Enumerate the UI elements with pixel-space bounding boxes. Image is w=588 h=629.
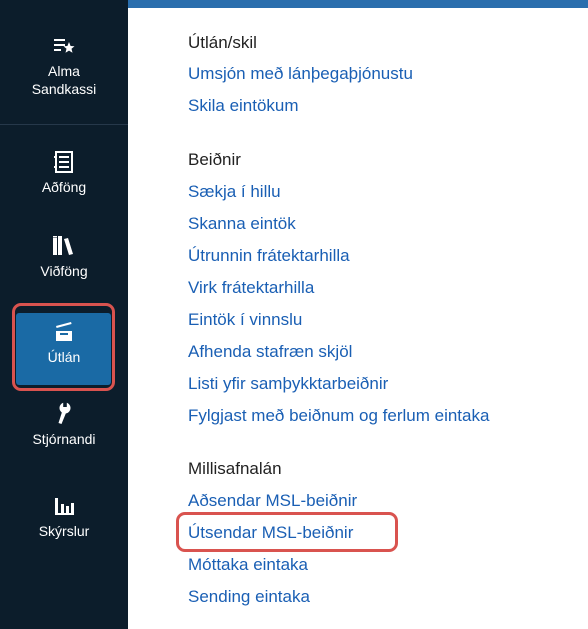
menu-link-afhenda-stafraen-skjol[interactable]: Afhenda stafræn skjöl — [188, 342, 352, 362]
bar-chart-icon — [52, 494, 76, 518]
menu-link-adsendar-msl-beidnir[interactable]: Aðsendar MSL-beiðnir — [188, 491, 357, 511]
wrench-icon — [53, 402, 75, 426]
books-icon — [51, 234, 77, 258]
sidebar-divider — [0, 124, 128, 125]
sidebar-item-stjornandi[interactable]: Stjórnandi — [0, 402, 128, 448]
sidebar-item-skyrslur[interactable]: Skýrslur — [0, 494, 128, 540]
ledger-icon — [53, 150, 75, 174]
sidebar-item-label: Stjórnandi — [32, 431, 96, 447]
sidebar-item-adfong[interactable]: Aðföng — [0, 150, 128, 196]
sidebar-item-alma-sandkassi[interactable]: Alma Sandkassi — [0, 34, 128, 98]
section-title-utlan-skil: Útlán/skil — [188, 33, 257, 52]
menu-link-utsendar-msl-beidnir[interactable]: Útsendar MSL-beiðnir — [188, 523, 353, 543]
menu-link-mottaka-eintaka[interactable]: Móttaka eintaka — [188, 555, 308, 575]
menu-link-sending-eintaka[interactable]: Sending eintaka — [188, 587, 310, 607]
menu-link-skila-eintokum[interactable]: Skila eintökum — [188, 96, 299, 116]
menu-link-eintok-i-vinnslu[interactable]: Eintök í vinnslu — [188, 310, 302, 330]
section-title-millisafnalan: Millisafnalán — [188, 459, 282, 478]
sidebar-item-label: Viðföng — [40, 263, 88, 279]
menu-star-icon — [52, 34, 76, 58]
menu-link-saekja-i-hillu[interactable]: Sækja í hillu — [188, 182, 281, 202]
highlight-utlan — [12, 303, 115, 391]
sidebar-item-label: Skýrslur — [38, 523, 90, 539]
sidebar-item-vidfong[interactable]: Viðföng — [0, 234, 128, 280]
sidebar-item-label: Aðföng — [41, 179, 87, 195]
menu-link-skanna-eintok[interactable]: Skanna eintök — [188, 214, 296, 234]
sidebar-item-label: Alma Sandkassi — [31, 63, 97, 97]
menu-link-utrunnin-fratektarhilla[interactable]: Útrunnin frátektarhilla — [188, 246, 350, 266]
menu-link-umsjon-lanthegathjonustu[interactable]: Umsjón með lánþegaþjónustu — [188, 64, 413, 84]
menu-link-listi-samthykktarbeidnir[interactable]: Listi yfir samþykktarbeiðnir — [188, 374, 388, 394]
menu-link-fylgjast-med-beidnum[interactable]: Fylgjast með beiðnum og ferlum eintaka — [188, 406, 489, 426]
menu-link-virk-fratektarhilla[interactable]: Virk frátektarhilla — [188, 278, 314, 298]
section-title-beidnir: Beiðnir — [188, 150, 241, 169]
top-accent-bar — [128, 0, 588, 8]
